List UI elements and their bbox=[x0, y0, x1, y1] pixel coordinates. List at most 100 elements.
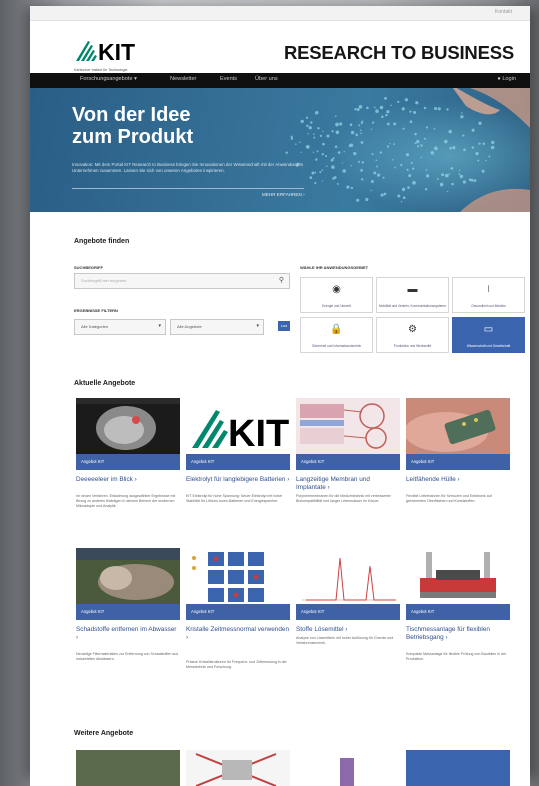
areas-label: WÄHLE IHR ANWENDUNGSGEBIET bbox=[300, 265, 369, 270]
card-title[interactable]: Leitfähende Hülle › bbox=[406, 476, 510, 484]
hero-heading-line2: zum Produkt bbox=[72, 126, 194, 148]
chevron-down-icon: ▾ bbox=[256, 323, 259, 329]
chat-icon: ▭ bbox=[483, 324, 494, 335]
chevron-down-icon: ▾ bbox=[158, 323, 161, 329]
card-description: KIT Elektrolyt für hohe Spannung: Neuer … bbox=[186, 494, 283, 503]
card-description: Analyse von Lösemitteln mit hoher Auflös… bbox=[296, 636, 394, 645]
top-utility-bar: Kontakt bbox=[30, 6, 530, 21]
area-tile[interactable]: ⚙ Produktion und Werkstoffe bbox=[376, 317, 449, 353]
login-link[interactable]: ● Login bbox=[497, 76, 516, 82]
card-image: KIT bbox=[186, 398, 290, 454]
card-tag: Angebot KIT bbox=[411, 609, 435, 614]
login-label: Login bbox=[502, 76, 516, 82]
area-tile[interactable]: ▬ Mobilität und Verkehr, Kommunikationssy… bbox=[376, 277, 449, 313]
card-image bbox=[296, 548, 400, 604]
card-description: Kompakte Messanlage für flexible Prüfung… bbox=[406, 652, 507, 661]
card-tag: Angebot KIT bbox=[191, 459, 215, 464]
more-offers-title-wrap: Weitere Angebote bbox=[74, 730, 133, 737]
card-tag-bar: Angebot KIT bbox=[76, 454, 180, 470]
card-tag-bar: Angebot KIT bbox=[296, 604, 400, 620]
nav-item-angebote[interactable]: Forschungsangebote ▾ bbox=[80, 76, 137, 82]
card-image bbox=[186, 548, 290, 604]
area-tile[interactable]: 🔒 Sicherheit und Informationstechnik bbox=[300, 317, 373, 353]
svg-text:KIT: KIT bbox=[98, 39, 135, 63]
hero-heading-line1: Von der Idee bbox=[72, 104, 191, 126]
site-title: RESEARCH TO BUSINESS bbox=[283, 42, 514, 63]
card-tag: Angebot KIT bbox=[301, 459, 325, 464]
area-tile-label: Sicherheit und Informationstechnik bbox=[312, 344, 361, 349]
contact-link[interactable]: Kontakt bbox=[495, 9, 512, 15]
more-offers-title: Weitere Angebote bbox=[74, 730, 134, 737]
more-offer-card[interactable] bbox=[406, 750, 510, 786]
more-offer-card[interactable] bbox=[186, 750, 290, 786]
hero-text: Innovation: Mit dem Portal KIT Research … bbox=[72, 162, 304, 173]
area-tile[interactable]: ▭ Wissenschaft und Gesellschaft bbox=[452, 317, 525, 353]
card-image bbox=[296, 398, 400, 454]
area-tile-label: Produktion und Werkstoffe bbox=[393, 344, 432, 349]
card-title[interactable]: Kristalle Zeitmessnormal verwenden › bbox=[186, 626, 290, 642]
offer-type-select[interactable]: Alle Angebote ▾ bbox=[170, 319, 264, 335]
card-title[interactable]: Tischmessanlage für flexiblen Betriebsga… bbox=[406, 626, 510, 642]
car-icon: ▬ bbox=[407, 284, 418, 295]
filter-label: ERGEBNISSE FILTERN bbox=[74, 308, 118, 313]
card-image bbox=[76, 398, 180, 454]
card-tag-bar: Angebot KIT bbox=[406, 604, 510, 620]
category-select-value: Alle Kategorien bbox=[81, 324, 109, 329]
main-nav: Forschungsangebote ▾ Newsletter Events Ü… bbox=[30, 73, 530, 88]
card-tag: Angebot KIT bbox=[81, 609, 105, 614]
hero-heading: Von der Idee zum Produkt bbox=[72, 104, 272, 148]
search-icon[interactable]: ⚲ bbox=[279, 276, 284, 284]
hero-banner: Von der Idee zum Produkt Innovation: Mit… bbox=[30, 88, 530, 212]
card-title[interactable]: Elektrolyt für langlebigere Batterien › bbox=[186, 476, 290, 484]
category-select[interactable]: Alle Kategorien ▾ bbox=[74, 319, 166, 335]
card-title[interactable]: Schadstoffe entfernen im Abwasser › bbox=[76, 626, 180, 642]
card-description: Polymermembranen für die Medizintechnik … bbox=[296, 494, 391, 503]
card-image bbox=[406, 398, 510, 454]
search-placeholder: Suchbegriff hier eingeben bbox=[81, 278, 127, 283]
card-tag: Angebot KIT bbox=[301, 609, 325, 614]
hero-more-link[interactable]: MEHR ERFAHREN › bbox=[262, 192, 305, 197]
area-tile[interactable]: ⧘ Gesundheit und Medizin bbox=[452, 277, 525, 313]
kit-logo[interactable]: KIT bbox=[74, 37, 136, 63]
card-description: Flexible Leiterbahnen für Sensoren und E… bbox=[406, 494, 492, 503]
search-go-button[interactable]: Los bbox=[278, 321, 290, 331]
site-header: KIT Karlsruher Institut für Technologie … bbox=[30, 21, 530, 73]
search-title: Angebote finden bbox=[74, 238, 130, 245]
area-tile-label: Wissenschaft und Gesellschaft bbox=[466, 344, 511, 349]
offers-title-wrap: Aktuelle Angebote bbox=[74, 380, 135, 387]
nav-item-events[interactable]: Events bbox=[220, 76, 237, 82]
card-title[interactable]: Deeeeeleer im Blick › bbox=[76, 476, 180, 484]
offer-type-select-value: Alle Angebote bbox=[177, 324, 202, 329]
search-input[interactable]: Suchbegriff hier eingeben ⚲ bbox=[74, 273, 290, 289]
card-tag: Angebot KIT bbox=[411, 459, 435, 464]
logo-subtitle: Karlsruher Institut für Technologie bbox=[74, 68, 128, 72]
more-offer-card[interactable] bbox=[296, 750, 400, 786]
search-section-title: Angebote finden bbox=[74, 238, 129, 245]
nav-item-newsletter[interactable]: Newsletter bbox=[170, 76, 196, 82]
user-icon: ● bbox=[497, 76, 501, 82]
card-tag: Angebot KIT bbox=[191, 609, 215, 614]
card-description: Neuartige Filtermaterialien zur Entfernu… bbox=[76, 652, 179, 661]
card-title[interactable]: Langzeitige Membran und Implantate › bbox=[296, 476, 400, 492]
more-offer-card[interactable] bbox=[76, 750, 180, 786]
area-tile[interactable]: ◉ Energie und Umwelt bbox=[300, 277, 373, 313]
svg-text:KIT: KIT bbox=[228, 413, 289, 454]
card-tag-bar: Angebot KIT bbox=[76, 604, 180, 620]
lock-icon: 🔒 bbox=[330, 324, 343, 335]
nav-item-about[interactable]: Über uns bbox=[255, 76, 278, 82]
dna-icon: ⧘ bbox=[487, 284, 490, 295]
card-description: Präzise Kristallstrukturen für Frequenz-… bbox=[186, 660, 287, 669]
card-tag-bar: Angebot KIT bbox=[296, 454, 400, 470]
card-description: Im neuen Verfahren. Erläuterung ausgewäh… bbox=[76, 494, 176, 508]
card-image bbox=[406, 548, 510, 604]
card-title[interactable]: Stoffe Lösemittel › bbox=[296, 626, 400, 634]
gears-icon: ⚙ bbox=[408, 324, 417, 335]
offers-title: Aktuelle Angebote bbox=[74, 380, 136, 387]
area-tile-label: Mobilität und Verkehr, Kommunikationssys… bbox=[379, 304, 446, 309]
card-tag-bar: Angebot KIT bbox=[186, 604, 290, 620]
card-tag-bar: Angebot KIT bbox=[406, 454, 510, 470]
hero-divider bbox=[72, 188, 304, 189]
keyword-label: SUCHBEGRIFF bbox=[74, 265, 103, 270]
card-tag-bar: Angebot KIT bbox=[186, 454, 290, 470]
card-image bbox=[76, 548, 180, 604]
